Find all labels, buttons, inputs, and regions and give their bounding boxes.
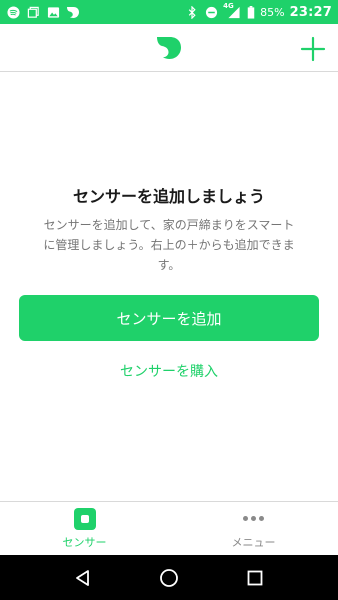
copy-icon	[26, 5, 40, 19]
bluetooth-icon	[185, 5, 199, 19]
tab-menu[interactable]: メニュー	[169, 502, 338, 555]
empty-state-title: センサーを追加しましょう	[72, 187, 265, 206]
bottom-tab-bar: センサー メニュー	[0, 501, 338, 555]
add-sensor-button[interactable]: センサーを追加	[19, 295, 319, 341]
tab-sensors-label: センサー	[62, 535, 107, 549]
status-right-icons: 4G 85% 23:27	[185, 2, 332, 20]
battery-icon	[246, 5, 255, 19]
battery-percentage: 85%	[260, 5, 285, 19]
sensor-icon	[73, 507, 96, 530]
do-not-disturb-icon	[204, 5, 218, 19]
system-nav-bar	[0, 555, 338, 600]
empty-state-description: センサーを追加して、家の戸締まりをスマートに管理しましょう。右上の＋からも追加で…	[43, 218, 295, 272]
image-icon	[46, 5, 60, 19]
signal-4g-icon: 4G	[223, 2, 241, 19]
app-bar	[0, 24, 338, 72]
clock: 23:27	[289, 4, 332, 20]
add-sensor-header-button[interactable]	[300, 36, 326, 62]
tab-menu-label: メニュー	[231, 535, 276, 549]
app-logo-icon	[66, 5, 80, 19]
home-button[interactable]	[157, 566, 181, 590]
status-bar: 4G 85% 23:27	[0, 0, 338, 24]
tab-sensors[interactable]: センサー	[0, 502, 169, 555]
leaf-logo-icon	[155, 35, 183, 61]
status-left-icons	[6, 5, 80, 19]
more-dots-icon	[243, 508, 264, 530]
recents-square-icon	[247, 570, 263, 585]
spotify-icon	[6, 5, 20, 19]
plus-icon	[300, 36, 326, 62]
buy-sensor-link[interactable]: センサーを購入	[0, 361, 338, 381]
back-triangle-icon	[76, 569, 89, 586]
back-button[interactable]	[71, 566, 95, 590]
home-circle-icon	[160, 568, 178, 587]
main-content: センサーを追加しましょう センサーを追加して、家の戸締まりをスマートに管理しまし…	[0, 73, 338, 501]
recents-button[interactable]	[243, 566, 267, 590]
